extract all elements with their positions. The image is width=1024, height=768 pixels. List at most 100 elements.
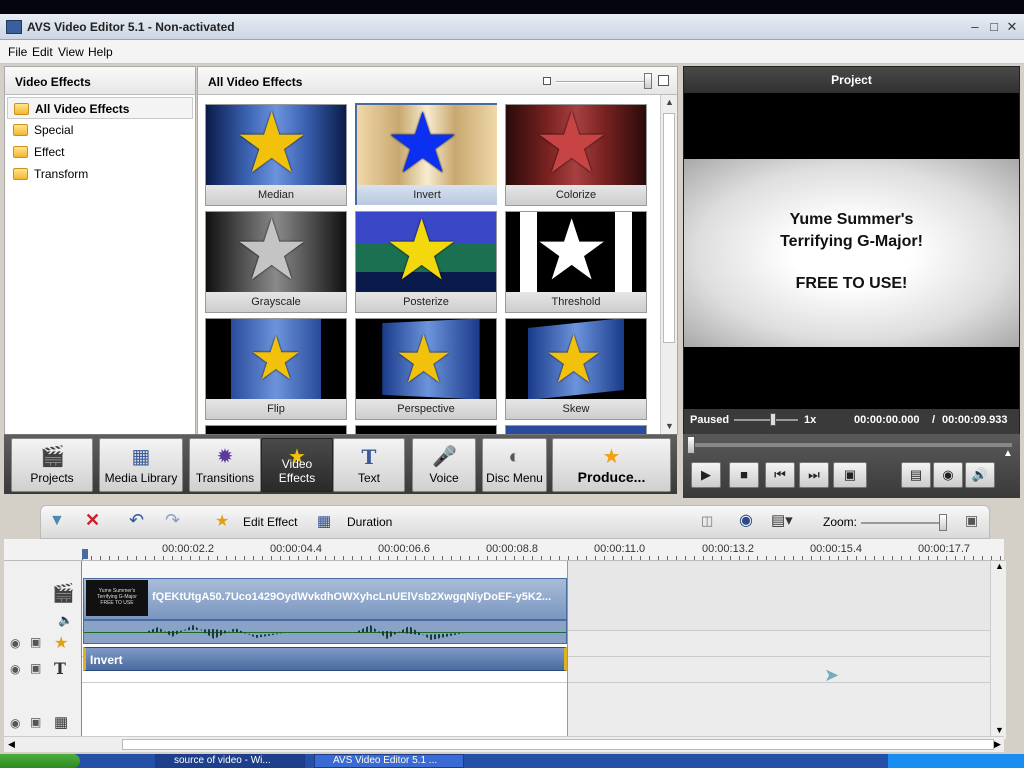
folder-icon [13, 168, 28, 180]
disc-menu-icon: ◐ [508, 446, 521, 468]
effect-tile-threshold[interactable]: ★ Threshold [505, 211, 647, 313]
storyboard-toggle-icon[interactable]: ◫ [701, 513, 713, 529]
audio-waveform[interactable] [83, 620, 567, 644]
effect-preview: ★ [356, 319, 496, 399]
fit-zoom-icon[interactable]: ▣ [965, 512, 978, 529]
effect-label: Median [206, 185, 346, 205]
effect-tile-invert[interactable]: ★ Invert [355, 103, 497, 205]
category-transform[interactable]: Transform [7, 163, 193, 185]
duration-button[interactable]: Duration [347, 515, 392, 529]
visibility-eye-icon[interactable]: ◉ [10, 636, 20, 650]
text-button[interactable]: T Text [333, 438, 405, 492]
button-label: Video Effects [278, 457, 316, 485]
scroll-down-icon[interactable]: ▼ [665, 421, 674, 431]
menu-view[interactable]: View [58, 45, 84, 59]
next-frame-button[interactable]: ⏭ [799, 462, 829, 488]
zoom-small-icon[interactable] [543, 77, 551, 85]
category-effect[interactable]: Effect [7, 141, 193, 163]
scroll-up-icon[interactable]: ▲ [665, 97, 674, 107]
seek-bar[interactable] [691, 442, 1013, 448]
maximize-button[interactable]: □ [985, 18, 1003, 36]
effect-tile-flip[interactable]: ★ Flip [205, 318, 347, 420]
menu-file[interactable]: File [8, 45, 27, 59]
effect-preview: ★ [506, 319, 646, 399]
video-track-clapper-icon: 🎬 [52, 583, 75, 603]
scroll-up-icon[interactable]: ▲ [995, 561, 1004, 571]
fullscreen-preview-button[interactable]: ▣ [833, 462, 867, 488]
redo-icon[interactable]: ↷ [165, 510, 180, 531]
lock-icon[interactable]: ▣ [30, 715, 41, 729]
zoom-slider-thumb[interactable] [939, 514, 947, 531]
zoom-large-icon[interactable] [658, 75, 669, 86]
audio-mute-icon[interactable]: 🔈 [58, 613, 73, 627]
speed-slider-thumb[interactable] [770, 413, 776, 426]
star-icon: ★ [544, 322, 604, 396]
effect-tile-colorize[interactable]: ★ Colorize [505, 104, 647, 206]
timeline-hscroll[interactable]: ◀ ▶ [4, 736, 1004, 752]
lock-icon[interactable]: ▣ [30, 661, 41, 675]
folder-icon [13, 124, 28, 136]
effect-tile-grayscale[interactable]: ★ Grayscale [205, 211, 347, 313]
produce-button[interactable]: ★ Produce... [552, 438, 671, 492]
edit-effect-button[interactable]: Edit Effect [243, 515, 297, 529]
tracks-vscroll[interactable]: ▲ ▼ [990, 561, 1006, 739]
scrollbar-thumb[interactable] [663, 113, 675, 343]
undo-icon[interactable]: ↶ [129, 510, 144, 531]
webcam-icon[interactable]: ◉ [739, 510, 753, 530]
hscroll-thumb[interactable] [122, 739, 994, 750]
media-library-button[interactable]: ▦ Media Library [99, 438, 183, 492]
effect-clip-invert[interactable]: Invert [83, 647, 567, 671]
effect-tile-skew[interactable]: ★ Skew [505, 318, 647, 420]
menu-edit[interactable]: Edit [32, 45, 53, 59]
taskbar-task[interactable]: source of video - Wi... [155, 754, 305, 768]
projects-button[interactable]: 🎬 Projects [11, 438, 93, 492]
play-button[interactable]: ▶ [691, 462, 721, 488]
volume-button[interactable]: 🔊 [965, 462, 995, 488]
category-all-video-effects[interactable]: All Video Effects [7, 97, 193, 119]
lock-icon[interactable]: ▣ [30, 635, 41, 649]
button-label: Produce... [577, 469, 646, 485]
screen-dropdown-icon[interactable]: ▤▾ [771, 511, 793, 529]
delete-icon[interactable]: ✕ [85, 510, 100, 531]
thumbnail-size-slider[interactable] [556, 81, 648, 83]
duration-icon[interactable]: ▦ [317, 512, 331, 530]
video-clip[interactable]: Yume Summer's Terrifying G-Major FREE TO… [83, 578, 567, 620]
scroll-left-icon[interactable]: ◀ [8, 739, 15, 750]
title-bar: AVS Video Editor 5.1 - Non-activated – □… [0, 14, 1024, 40]
menu-help[interactable]: Help [88, 45, 113, 59]
effect-tile-posterize[interactable]: ★ Posterize [355, 211, 497, 313]
star-icon: ★ [234, 105, 310, 185]
effect-preview: ★ [356, 212, 496, 292]
effect-label: Posterize [356, 292, 496, 312]
seek-bar-thumb[interactable] [687, 436, 695, 454]
thumbnail-size-slider-thumb[interactable] [644, 73, 652, 89]
edit-effect-icon[interactable]: ★ [215, 511, 229, 531]
voice-button[interactable]: 🎤 Voice [412, 438, 476, 492]
zoom-slider[interactable] [861, 522, 947, 524]
monitor-button[interactable]: ▤ [901, 462, 931, 488]
transitions-button[interactable]: ✹ Transitions [189, 438, 261, 492]
stop-button[interactable]: ■ [729, 462, 759, 488]
disc-menu-button[interactable]: ◐ Disc Menu [482, 438, 547, 492]
scroll-right-icon[interactable]: ▶ [994, 739, 1001, 750]
minimize-button[interactable]: – [966, 18, 984, 36]
effect-tile-perspective[interactable]: ★ Perspective [355, 318, 497, 420]
start-button[interactable] [0, 754, 80, 768]
previous-frame-button[interactable]: ⏮ [765, 462, 795, 488]
effect-tile-median[interactable]: ★ Median [205, 104, 347, 206]
taskbar-task[interactable]: AVS Video Editor 5.1 ... [314, 754, 464, 768]
video-effects-button[interactable]: ★ Video Effects [261, 438, 333, 492]
visibility-eye-icon[interactable]: ◉ [10, 716, 20, 730]
add-to-timeline-icon[interactable]: ▼ [49, 512, 65, 530]
zoom-label: Zoom: [823, 515, 858, 529]
collapse-panel-icon[interactable]: ▲ [1003, 448, 1015, 462]
effects-scrollbar[interactable]: ▲ ▼ [660, 95, 677, 434]
close-button[interactable]: ✕ [1003, 18, 1021, 36]
timeline-ruler[interactable]: 00:00:02.2 00:00:04.4 00:00:06.6 00:00:0… [4, 539, 1004, 561]
snapshot-button[interactable]: ◉ [933, 462, 963, 488]
speed-slider[interactable] [734, 419, 798, 421]
playhead[interactable] [82, 549, 88, 559]
visibility-eye-icon[interactable]: ◉ [10, 662, 20, 676]
category-special[interactable]: Special [7, 119, 193, 141]
scroll-down-icon[interactable]: ▼ [995, 725, 1004, 735]
